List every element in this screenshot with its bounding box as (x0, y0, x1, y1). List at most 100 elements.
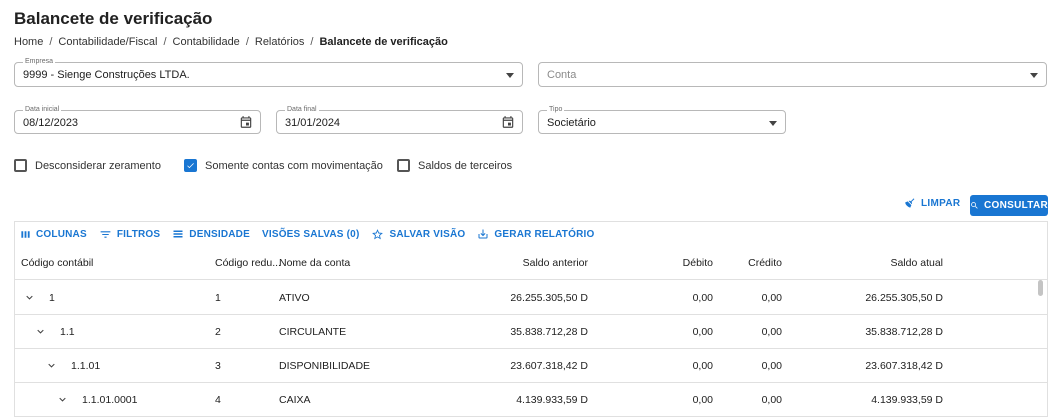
cell-saldo-anterior: 4.139.933,59 D (516, 394, 588, 406)
calendar-icon[interactable] (239, 115, 253, 129)
cell-credito: 0,00 (761, 360, 782, 372)
cell-saldo-atual: 35.838.712,28 D (865, 326, 943, 338)
cell-saldo-anterior: 23.607.318,42 D (510, 360, 588, 372)
chevron-down-icon[interactable] (26, 294, 33, 301)
column-header-debito[interactable]: Débito (683, 257, 713, 269)
cell-debito: 0,00 (692, 394, 713, 406)
breadcrumb-home[interactable]: Home (14, 36, 43, 48)
limpar-label: LIMPAR (921, 197, 961, 209)
empresa-value: 9999 - Sienge Construções LTDA. (23, 69, 190, 81)
checkbox-somente-contas-movimentacao[interactable]: Somente contas com movimentação (184, 159, 383, 172)
salvar-visao-button[interactable]: SALVAR VISÃO (371, 228, 465, 241)
checkbox-desconsiderar-zeramento[interactable]: Desconsiderar zeramento (14, 159, 161, 172)
column-header-codigo-reduzido[interactable]: Código redu... (215, 257, 281, 269)
breadcrumb-relatorios[interactable]: Relatórios (255, 36, 305, 48)
density-icon (173, 230, 183, 238)
gerar-relatorio-label: GERAR RELATÓRIO (494, 228, 595, 240)
cell-saldo-anterior: 26.255.305,50 D (510, 292, 588, 304)
cell-codigo-reduzido: 3 (215, 360, 221, 372)
breadcrumb: Home / Contabilidade/Fiscal / Contabilid… (14, 36, 448, 48)
checkbox-saldos-terceiros[interactable]: Saldos de terceiros (397, 159, 512, 172)
vertical-scrollbar[interactable] (1038, 280, 1043, 296)
chevron-down-icon[interactable] (1030, 73, 1038, 78)
data-inicial-field[interactable]: Data inicial 08/12/2023 (14, 105, 261, 134)
cell-codigo-reduzido: 2 (215, 326, 221, 338)
cell-codigo-contabil: 1 (49, 292, 55, 304)
breadcrumb-current: Balancete de verificação (319, 36, 448, 48)
empresa-select[interactable]: Empresa 9999 - Sienge Construções LTDA. (14, 57, 523, 87)
table-header: Código contábil Código redu... Nome da c… (15, 247, 1047, 280)
data-final-field[interactable]: Data final 31/01/2024 (276, 105, 523, 134)
page-title: Balancete de verificação (14, 9, 213, 28)
data-final-value: 31/01/2024 (285, 117, 341, 129)
colunas-label: COLUNAS (36, 228, 87, 240)
visoes-salvas-button[interactable]: VISÕES SALVAS (0) (262, 229, 360, 240)
table-row[interactable]: 1.1.01 3 DISPONIBILIDADE 23.607.318,42 D 0,0… (15, 349, 1047, 383)
column-header-credito[interactable]: Crédito (748, 257, 782, 269)
cell-codigo-reduzido: 4 (215, 394, 221, 406)
limpar-button[interactable]: LIMPAR (904, 197, 960, 209)
checkbox-label: Desconsiderar zeramento (35, 159, 161, 172)
breadcrumb-separator: / (163, 36, 167, 48)
filtros-label: FILTROS (116, 228, 161, 240)
cell-saldo-anterior: 35.838.712,28 D (510, 326, 588, 338)
consultar-button[interactable]: CONSULTAR (970, 195, 1048, 216)
breadcrumb-contabilidade-fiscal[interactable]: Contabilidade/Fiscal (58, 36, 157, 48)
cell-credito: 0,00 (761, 292, 782, 304)
cell-nome-conta: ATIVO (279, 292, 310, 304)
cell-nome-conta: CAIXA (279, 394, 311, 406)
data-grid: COLUNAS FILTROS DENSIDADE VISÕES SALVAS … (14, 221, 1048, 417)
densidade-button[interactable]: DENSIDADE (172, 228, 250, 240)
chevron-down-icon[interactable] (37, 328, 44, 335)
table-row[interactable]: 1 1 ATIVO 26.255.305,50 D 0,00 0,00 26.255.305… (15, 281, 1047, 315)
breadcrumb-separator: / (310, 36, 314, 48)
cell-saldo-atual: 23.607.318,42 D (865, 360, 943, 372)
chevron-down-icon[interactable] (48, 362, 55, 369)
empresa-label: Empresa (23, 57, 56, 67)
chevron-down-icon[interactable] (59, 396, 66, 403)
checkbox-checked-icon[interactable] (184, 159, 197, 172)
tipo-select[interactable]: Tipo Societário (538, 105, 786, 134)
column-header-saldo-atual[interactable]: Saldo atual (890, 257, 943, 269)
cell-debito: 0,00 (692, 292, 713, 304)
cell-codigo-contabil: 1.1.01 (71, 360, 101, 372)
cell-codigo-contabil: 1.1 (60, 326, 75, 338)
breadcrumb-separator: / (245, 36, 249, 48)
checkbox-unchecked-icon[interactable] (397, 159, 410, 172)
cell-codigo-reduzido: 1 (215, 292, 221, 304)
breadcrumb-separator: / (49, 36, 53, 48)
checkbox-label: Somente contas com movimentação (205, 159, 383, 172)
columns-icon (21, 230, 30, 238)
column-header-saldo-anterior[interactable]: Saldo anterior (523, 257, 588, 269)
cell-credito: 0,00 (761, 326, 782, 338)
cell-debito: 0,00 (692, 360, 713, 372)
table-row[interactable]: 1.1.01.0001 4 CAIXA 4.139.933,59 D 0,00 0,00 4… (15, 383, 1047, 417)
checkbox-label: Saldos de terceiros (418, 159, 513, 172)
cell-codigo-contabil: 1.1.01.0001 (82, 394, 138, 406)
calendar-icon[interactable] (501, 115, 515, 129)
grid-toolbar: COLUNAS FILTROS DENSIDADE VISÕES SALVAS … (15, 222, 1047, 246)
consultar-label: CONSULTAR (984, 200, 1048, 211)
column-header-nome-conta[interactable]: Nome da conta (279, 257, 350, 269)
densidade-label: DENSIDADE (189, 228, 250, 240)
conta-placeholder: Conta (547, 69, 577, 81)
breadcrumb-contabilidade[interactable]: Contabilidade (173, 36, 240, 48)
column-header-codigo-contabil[interactable]: Código contábil (21, 257, 93, 269)
filtros-button[interactable]: FILTROS (99, 228, 160, 241)
colunas-button[interactable]: COLUNAS (20, 229, 87, 240)
table-row[interactable]: 1.1 2 CIRCULANTE 35.838.712,28 D 0,00 0,00 35.… (15, 315, 1047, 349)
salvar-visao-label: SALVAR VISÃO (389, 228, 466, 240)
gerar-relatorio-button[interactable]: GERAR RELATÓRIO (477, 228, 594, 240)
chevron-down-icon[interactable] (769, 121, 777, 126)
checkbox-unchecked-icon[interactable] (14, 159, 27, 172)
cell-saldo-atual: 26.255.305,50 D (865, 292, 943, 304)
tipo-label: Tipo (547, 105, 565, 115)
cell-saldo-atual: 4.139.933,59 D (871, 394, 943, 406)
tipo-value: Societário (547, 117, 596, 129)
cell-credito: 0,00 (761, 394, 782, 406)
conta-select[interactable]: Conta (538, 62, 1047, 87)
star-outline-icon (372, 228, 384, 239)
filter-list-icon (100, 230, 111, 238)
chevron-down-icon[interactable] (506, 73, 514, 78)
data-inicial-value: 08/12/2023 (23, 117, 79, 129)
